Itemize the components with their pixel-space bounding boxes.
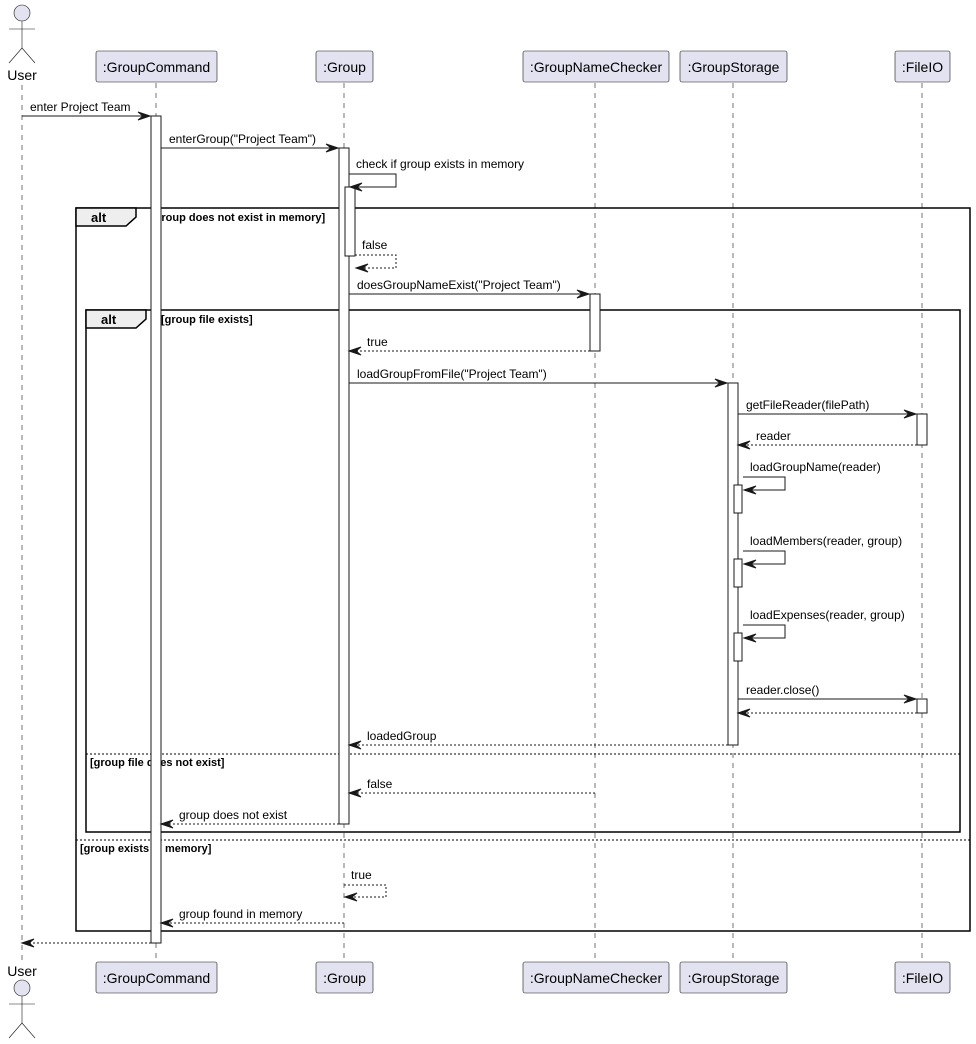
participant-file-io-bottom[interactable]: :FileIO bbox=[894, 961, 951, 994]
message-label: reader bbox=[756, 429, 791, 443]
participant-label: :Group bbox=[323, 59, 366, 75]
sequence-diagram: alt [group does not exist in memory] [gr… bbox=[7, 4, 971, 1039]
message[interactable]: loadGroupFromFile("Project Team") bbox=[349, 367, 729, 388]
message[interactable]: loadGroupName(reader) bbox=[742, 460, 881, 495]
fragment-outer-guard-1: [group does not exist in memory] bbox=[151, 212, 326, 224]
participant-label: :GroupStorage bbox=[688, 59, 780, 75]
participant-label: :GroupNameChecker bbox=[530, 59, 663, 75]
participants-bottom: User :GroupCommand :Group :GroupNameChec… bbox=[7, 961, 951, 1039]
message[interactable]: false bbox=[354, 238, 397, 273]
participant-label: :Group bbox=[323, 970, 366, 986]
participant-group-command-top[interactable]: :GroupCommand bbox=[95, 50, 218, 83]
fragment-inner-alt: alt [group file exists] [group file does… bbox=[85, 309, 961, 833]
arrow-head-icon bbox=[354, 263, 369, 273]
participant-group-name-checker-bottom[interactable]: :GroupNameChecker bbox=[522, 961, 670, 994]
activation-file-io-close bbox=[916, 698, 928, 714]
message-label: loadGroupFromFile("Project Team") bbox=[357, 367, 547, 381]
message-label: true bbox=[367, 335, 388, 349]
message-label: enterGroup("Project Team") bbox=[169, 132, 316, 146]
fragment-outer-guard-2: [group exists in memory] bbox=[80, 843, 212, 855]
message[interactable]: loadMembers(reader, group) bbox=[742, 534, 902, 569]
message[interactable]: false bbox=[347, 777, 595, 798]
participant-group-name-checker-top[interactable]: :GroupNameChecker bbox=[522, 50, 670, 83]
activation-group-self-check bbox=[344, 186, 356, 257]
activation-file-io-reader bbox=[916, 413, 928, 446]
message-label: false bbox=[367, 777, 393, 791]
message[interactable]: loadExpenses(reader, group) bbox=[742, 608, 905, 643]
activation-load-expenses bbox=[733, 632, 743, 662]
actor-head bbox=[13, 4, 31, 22]
fragment-inner-guard-1: [group file exists] bbox=[161, 314, 253, 326]
message-label: true bbox=[351, 868, 372, 882]
fragment-outer-operator: alt bbox=[91, 210, 107, 225]
participant-label: :GroupCommand bbox=[103, 59, 210, 75]
message-label: group does not exist bbox=[179, 808, 288, 822]
message[interactable]: group does not exist bbox=[159, 808, 339, 829]
message[interactable]: enterGroup("Project Team") bbox=[161, 132, 340, 153]
message-label: loadGroupName(reader) bbox=[750, 460, 881, 474]
participant-label: :FileIO bbox=[902, 59, 943, 75]
activation-group-name-checker bbox=[589, 293, 601, 352]
activation-load-group-name bbox=[733, 484, 743, 514]
participant-label: :GroupNameChecker bbox=[530, 970, 663, 986]
message[interactable]: true bbox=[343, 868, 387, 902]
message[interactable]: reader bbox=[736, 429, 917, 450]
activation-load-members bbox=[733, 558, 743, 588]
message[interactable]: getFileReader(filePath) bbox=[738, 398, 918, 419]
message-label: group found in memory bbox=[179, 907, 302, 921]
message-label: getFileReader(filePath) bbox=[746, 398, 869, 412]
participant-group-storage-bottom[interactable]: :GroupStorage bbox=[679, 961, 788, 994]
arrow-head-icon bbox=[347, 346, 362, 356]
message[interactable]: group found in memory bbox=[159, 907, 344, 928]
message-label: loadedGroup bbox=[367, 729, 437, 743]
message-label: reader.close() bbox=[746, 683, 819, 697]
arrow-head-icon bbox=[347, 788, 362, 798]
message-label: false bbox=[362, 238, 388, 252]
message-label: check if group exists in memory bbox=[356, 157, 524, 171]
actor-user-bottom[interactable]: User bbox=[7, 963, 37, 1039]
message[interactable] bbox=[736, 708, 917, 718]
participant-file-io-top[interactable]: :FileIO bbox=[894, 50, 951, 83]
participant-label: :GroupCommand bbox=[103, 970, 210, 986]
message[interactable]: check if group exists in memory bbox=[348, 157, 524, 192]
message[interactable]: enter Project Team bbox=[22, 100, 152, 121]
arrow-head-icon bbox=[159, 819, 174, 829]
participant-group-command-bottom[interactable]: :GroupCommand bbox=[95, 961, 218, 994]
message[interactable]: loadedGroup bbox=[347, 729, 728, 750]
message[interactable]: true bbox=[347, 335, 590, 356]
arrow-head-icon bbox=[20, 938, 35, 948]
message-label: loadMembers(reader, group) bbox=[750, 534, 902, 548]
message-label: loadExpenses(reader, group) bbox=[750, 608, 905, 622]
participant-label: :FileIO bbox=[902, 970, 943, 986]
actor-user-label: User bbox=[7, 67, 37, 83]
participant-group-storage-top[interactable]: :GroupStorage bbox=[679, 50, 788, 83]
message-label: enter Project Team bbox=[30, 100, 131, 114]
message[interactable]: doesGroupNameExist("Project Team") bbox=[349, 278, 591, 299]
fragment-inner-operator: alt bbox=[101, 312, 117, 327]
actor-user-top[interactable]: User bbox=[7, 4, 37, 83]
activation-group-command bbox=[150, 115, 162, 944]
actor-user-label: User bbox=[7, 963, 37, 979]
participant-group-bottom[interactable]: :Group bbox=[315, 961, 374, 994]
message-label: doesGroupNameExist("Project Team") bbox=[357, 278, 561, 292]
message[interactable]: reader.close() bbox=[738, 683, 918, 704]
participant-label: :GroupStorage bbox=[688, 970, 780, 986]
message[interactable] bbox=[20, 938, 151, 948]
participants-top: User :GroupCommand :Group :GroupNameChec… bbox=[7, 4, 951, 83]
participant-group-top[interactable]: :Group bbox=[315, 50, 374, 83]
actor-head bbox=[13, 979, 31, 997]
